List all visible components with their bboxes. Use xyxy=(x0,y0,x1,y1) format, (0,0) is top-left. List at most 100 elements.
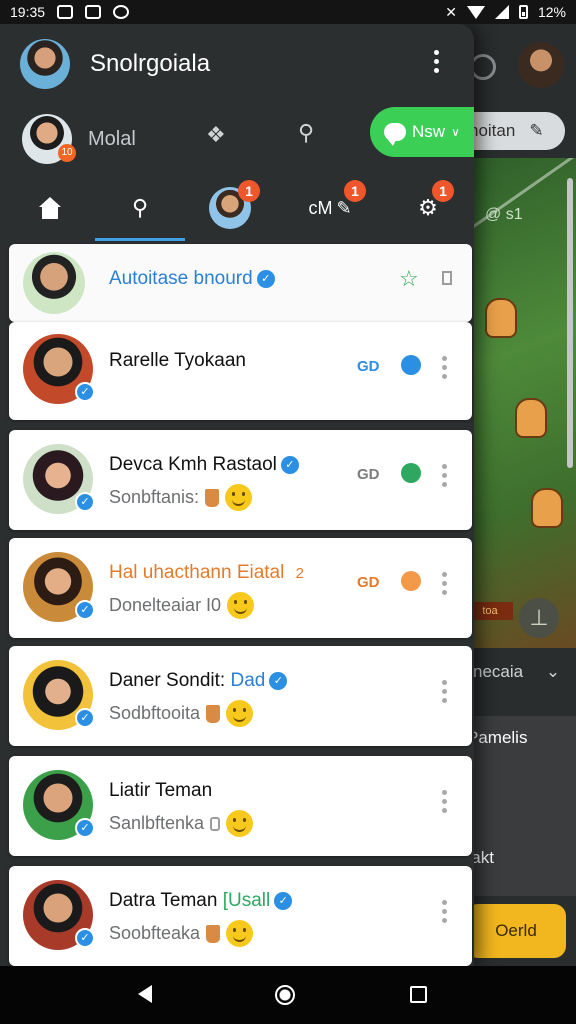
back-icon[interactable] xyxy=(138,985,152,1003)
battery-level: 12% xyxy=(537,4,566,20)
cta-button[interactable]: Oerld xyxy=(466,904,566,958)
contact-name: Hal uhacthann Eiatal 2 xyxy=(109,562,304,584)
smile-emoji-icon xyxy=(226,920,254,947)
verified-icon: ✓ xyxy=(75,600,95,620)
tab-indicator xyxy=(95,238,185,241)
signal-icon xyxy=(494,5,509,19)
more-options-icon[interactable] xyxy=(434,464,454,487)
call-icon[interactable] xyxy=(401,355,421,375)
verified-icon: ✓ xyxy=(75,928,95,948)
contact-avatar: ✓ xyxy=(23,770,95,840)
status-text: Donelteaiar I0 xyxy=(109,595,222,615)
pin-icon[interactable]: ⊥ xyxy=(519,598,559,638)
smile-emoji-icon xyxy=(227,592,255,619)
call-icon[interactable] xyxy=(401,571,421,591)
list-item[interactable]: ✓ Liatir Teman Sanlbftenka xyxy=(9,756,472,856)
notification-badge: 1 xyxy=(238,180,260,202)
tag-icon xyxy=(210,816,221,831)
user-avatar[interactable] xyxy=(20,39,70,89)
account-badge: 10 xyxy=(58,144,76,162)
game-text: @ s1 xyxy=(485,206,523,223)
list-item[interactable]: ✓ Rarelle Tyokaan GD xyxy=(9,322,472,420)
scrollbar[interactable] xyxy=(567,178,573,468)
drink-icon xyxy=(206,924,221,943)
verified-icon: ✓ xyxy=(269,672,288,690)
game-character[interactable] xyxy=(531,488,563,528)
contact-name-text: Hal uhacthann Eiatal xyxy=(109,562,285,583)
home-button-icon[interactable] xyxy=(275,985,295,1005)
drawer-title: Snolrgoiala xyxy=(90,50,211,77)
contact-name: Devca Kmh Rastaol ✓ xyxy=(109,454,299,476)
list-item[interactable]: Autoitase bnourd ✓ ☆ xyxy=(9,244,472,322)
contact-name: Liatir Teman xyxy=(109,780,213,801)
tab-feed[interactable]: cM ✎ 1 xyxy=(290,174,370,242)
more-options-icon[interactable] xyxy=(434,790,454,813)
verified-icon: ✓ xyxy=(75,382,95,402)
drawer-header: Snolrgoiala xyxy=(0,24,474,104)
tab-label: cM xyxy=(308,197,333,218)
status-time: 19:35 xyxy=(10,4,46,20)
star-icon[interactable]: ☆ xyxy=(399,266,419,292)
list-item[interactable]: ✓ Daner Sondit: Dad ✓ Sodbftooita xyxy=(9,646,472,746)
contact-name: Datra Teman [Usall ✓ xyxy=(109,890,293,912)
control-label: GD xyxy=(357,358,380,375)
contact-name-text: Devca Kmh Rastaol xyxy=(109,454,277,475)
contact-status: Soobfteaka xyxy=(109,920,254,947)
status-text: Soobfteaka xyxy=(109,923,201,943)
contact-name-suffix: [Usall xyxy=(222,890,271,911)
contact-name: Daner Sondit: Dad ✓ xyxy=(109,670,288,692)
contact-name-text: Daner Sondit: xyxy=(109,670,226,691)
more-options-icon[interactable] xyxy=(434,356,454,379)
home-icon xyxy=(39,197,61,219)
gift-icon[interactable]: ❖ xyxy=(206,122,226,148)
chevron-down-icon: ⌄ xyxy=(545,662,561,681)
more-options-icon[interactable] xyxy=(426,50,446,73)
status-text: Sonbftanis: xyxy=(109,487,200,507)
verified-icon: ✓ xyxy=(274,892,293,910)
bookmark-icon[interactable] xyxy=(442,271,452,285)
control-label: GD xyxy=(357,466,380,483)
verified-icon: ✓ xyxy=(75,708,95,728)
new-message-button[interactable]: Nsw ∨ xyxy=(370,107,474,157)
verified-icon: ✓ xyxy=(256,270,275,288)
smile-emoji-icon xyxy=(226,700,254,727)
pill-label: noitan xyxy=(469,121,516,140)
tab-contact[interactable]: 1 xyxy=(200,174,260,242)
card-title: Pamelis xyxy=(467,728,528,747)
profile-avatar[interactable] xyxy=(518,42,564,88)
account-avatar[interactable]: 10 xyxy=(22,114,76,164)
notification-badge: 1 xyxy=(344,180,366,202)
recent-apps-icon[interactable] xyxy=(410,986,427,1003)
more-options-icon[interactable] xyxy=(434,680,454,703)
tab-settings[interactable]: ⚙ 1 xyxy=(398,174,458,242)
message-icon xyxy=(85,5,102,19)
contact-name-text: Autoitase bnourd xyxy=(109,268,253,289)
contact-status: Sodbftooita xyxy=(109,700,254,727)
chat-bubble-icon xyxy=(384,123,406,146)
list-item[interactable]: ✓ Datra Teman [Usall ✓ Soobfteaka xyxy=(9,866,472,966)
contact-status: Sonbftanis: xyxy=(109,484,253,511)
contact-status: Sanlbftenka xyxy=(109,810,254,837)
list-item[interactable]: ✓ Hal uhacthann Eiatal 2 Donelteaiar I0 … xyxy=(9,538,472,638)
contact-name-text: Datra Teman xyxy=(109,890,218,911)
contact-name: Rarelle Tyokaan xyxy=(109,350,246,371)
search-icon[interactable]: ⚲ xyxy=(298,120,314,146)
game-character[interactable] xyxy=(485,298,517,338)
contact-avatar: ✓ xyxy=(23,552,95,622)
notification-icon xyxy=(57,5,74,19)
more-options-icon[interactable] xyxy=(434,572,454,595)
call-icon[interactable] xyxy=(401,463,421,483)
contact-name: Autoitase bnourd ✓ xyxy=(109,268,275,290)
tab-search[interactable]: ⚲ xyxy=(110,174,170,242)
chevron-down-icon: ∨ xyxy=(451,125,460,139)
list-item[interactable]: ✓ Devca Kmh Rastaol ✓ Sonbftanis: GD xyxy=(9,430,472,530)
more-options-icon[interactable] xyxy=(434,900,454,923)
tab-home[interactable] xyxy=(20,174,80,242)
card-text: Hakt xyxy=(459,848,494,867)
battery-icon xyxy=(518,5,528,19)
contact-avatar: ✓ xyxy=(23,660,95,730)
smile-emoji-icon xyxy=(226,810,254,837)
game-character[interactable] xyxy=(515,398,547,438)
verified-icon: ✓ xyxy=(280,456,299,474)
drink-icon xyxy=(205,488,220,507)
